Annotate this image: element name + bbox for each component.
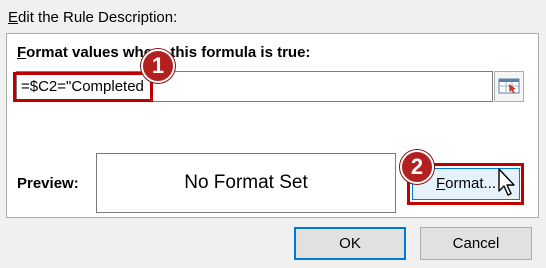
collapse-dialog-icon [498,78,520,94]
range-selector-button[interactable] [494,71,524,102]
preview-label: Preview: [17,175,79,192]
formula-highlight-box [13,72,153,102]
mouse-pointer-icon [497,167,517,202]
section-title: Edit the Rule Description: [8,9,178,26]
callout-badge-1: 1 [141,49,175,83]
callout-badge-2: 2 [400,150,434,184]
ok-button[interactable]: OK [294,227,406,260]
preview-box: No Format Set [96,153,396,213]
cancel-button[interactable]: Cancel [420,227,532,260]
